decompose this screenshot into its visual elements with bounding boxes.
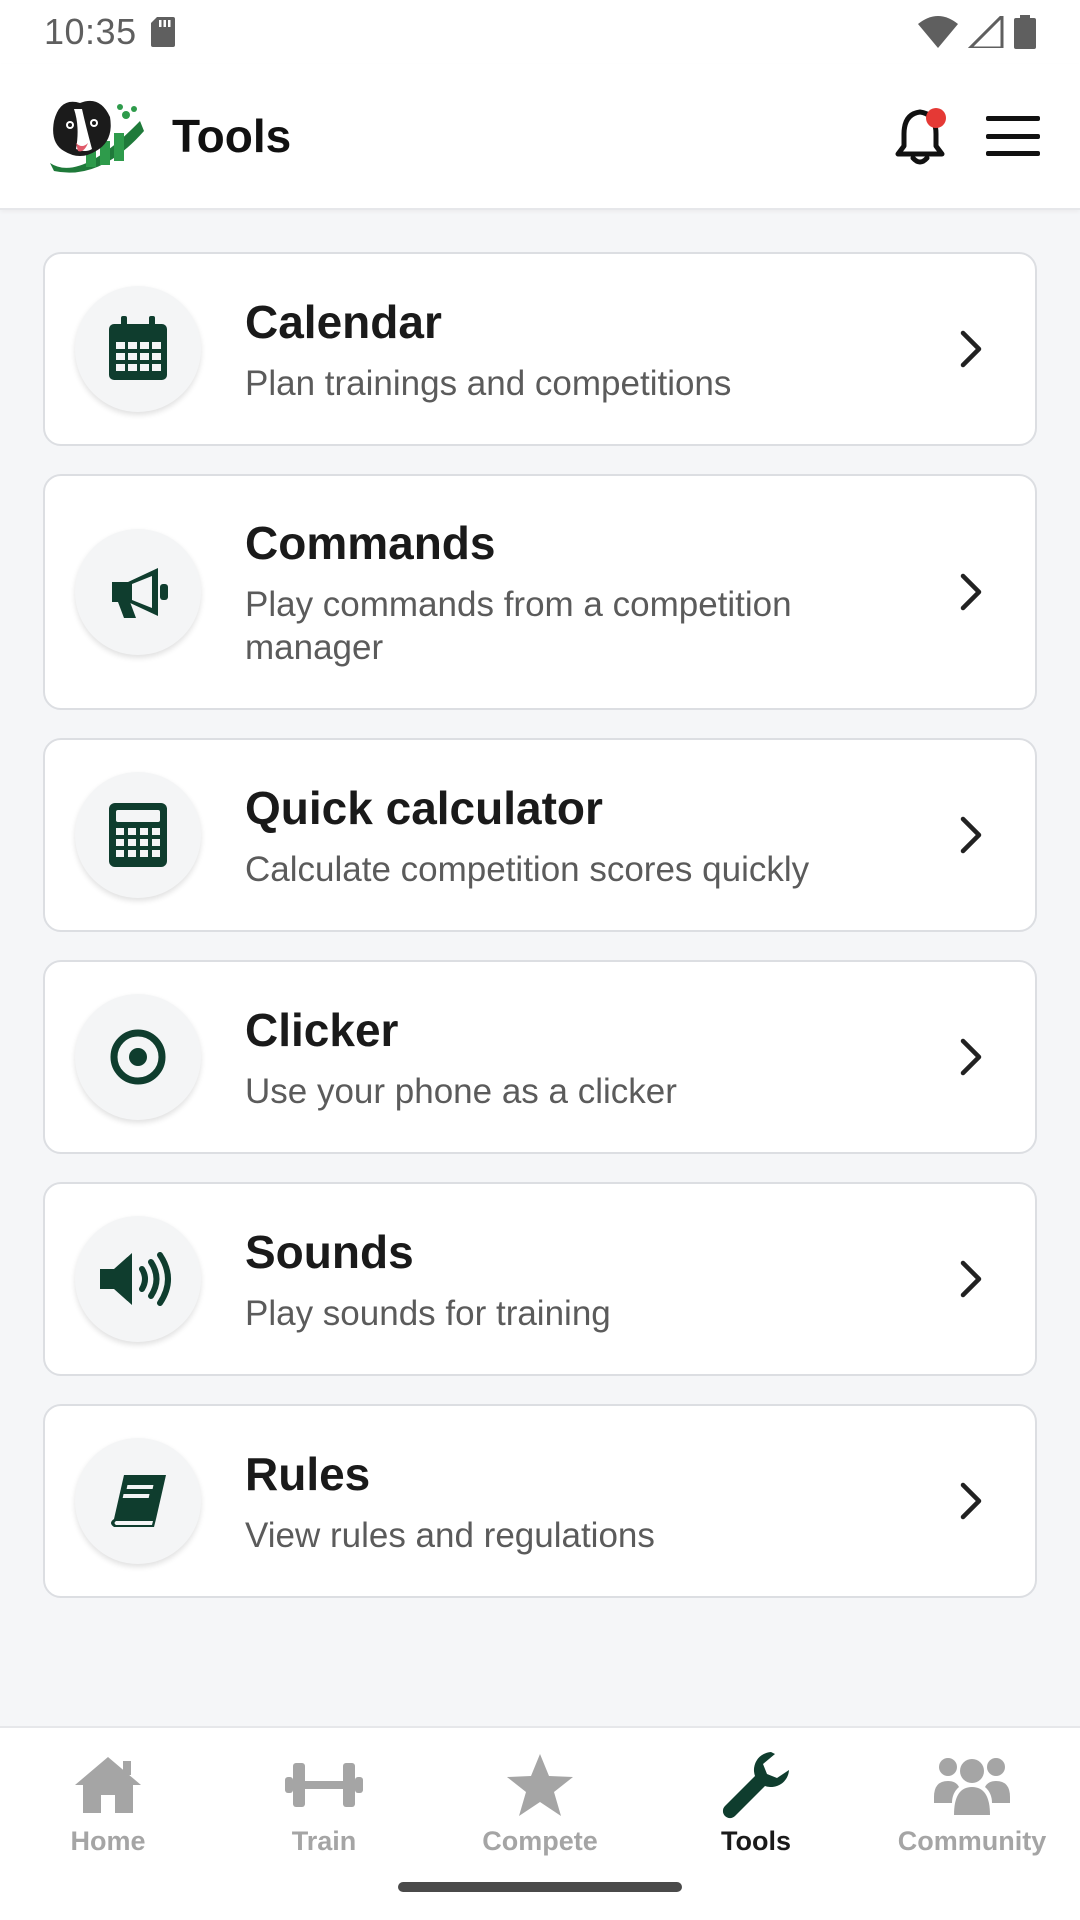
chevron-right-icon <box>960 330 982 368</box>
nav-home[interactable]: Home <box>0 1728 216 1920</box>
wifi-icon <box>918 16 958 48</box>
book-icon <box>111 1475 166 1527</box>
status-time: 10:35 <box>44 11 137 52</box>
megaphone-icon <box>112 568 168 618</box>
dumbbell-icon <box>285 1763 363 1807</box>
chevron-right-icon <box>960 1260 982 1298</box>
chevron-right-icon <box>960 816 982 854</box>
tool-card-quick-calculator[interactable]: Quick calculator Calculate competition s… <box>43 738 1037 932</box>
menu-button[interactable] <box>986 116 1040 156</box>
tool-title: Quick calculator <box>245 781 603 834</box>
nav-label: Tools <box>721 1826 791 1856</box>
battery-icon <box>1014 15 1036 49</box>
tool-subtitle: Plan trainings and competitions <box>245 363 732 403</box>
star-icon <box>507 1754 573 1816</box>
nav-label: Community <box>897 1826 1047 1856</box>
tool-title: Clicker <box>245 1003 399 1056</box>
notifications-button[interactable] <box>892 106 948 166</box>
page-title: Tools <box>172 110 292 162</box>
tool-title: Sounds <box>245 1225 414 1278</box>
nav-tools[interactable]: Tools <box>648 1728 864 1920</box>
chevron-right-icon <box>960 1482 982 1520</box>
home-indicator[interactable] <box>398 1882 682 1892</box>
tool-card-commands[interactable]: Commands Play commands from a competitio… <box>43 474 1037 710</box>
chevron-right-icon <box>960 1038 982 1076</box>
menu-icon <box>986 116 1040 121</box>
home-icon <box>75 1757 141 1813</box>
users-icon <box>934 1758 1010 1815</box>
status-bar: 10:35 <box>0 0 1080 64</box>
chevron-right-icon <box>960 573 982 611</box>
nav-label: Compete <box>482 1826 598 1856</box>
tool-subtitle: Use your phone as a clicker <box>245 1071 677 1111</box>
app-bar: Tools <box>0 64 1080 210</box>
calculator-icon <box>109 803 167 867</box>
tool-subtitle: View rules and regulations <box>245 1515 655 1555</box>
signal-icon <box>968 16 1004 48</box>
sd-card-icon <box>150 17 175 47</box>
tool-subtitle: Calculate competition scores quickly <box>245 849 810 889</box>
tool-title: Commands <box>245 517 496 569</box>
tool-card-calendar[interactable]: Calendar Plan trainings and competitions <box>43 252 1037 446</box>
nav-label: Home <box>70 1826 146 1856</box>
wrench-icon <box>722 1752 789 1819</box>
nav-community[interactable]: Community <box>864 1728 1080 1920</box>
tool-title: Rules <box>245 1447 371 1500</box>
dog-logo-icon <box>50 100 144 173</box>
speaker-icon <box>100 1252 171 1306</box>
tool-subtitle: Play commands from a competition manager <box>245 585 792 667</box>
tool-title: Calendar <box>245 295 442 348</box>
tool-card-rules[interactable]: Rules View rules and regulations <box>43 1404 1037 1598</box>
tool-subtitle: Play sounds for training <box>245 1293 611 1333</box>
target-icon <box>110 1029 166 1085</box>
tools-list: Calendar Plan trainings and competitions… <box>43 252 1037 1626</box>
tool-card-clicker[interactable]: Clicker Use your phone as a clicker <box>43 960 1037 1154</box>
nav-label: Train <box>291 1826 357 1856</box>
tool-card-sounds[interactable]: Sounds Play sounds for training <box>43 1182 1037 1376</box>
calendar-icon <box>109 316 167 380</box>
notification-badge <box>926 108 946 128</box>
